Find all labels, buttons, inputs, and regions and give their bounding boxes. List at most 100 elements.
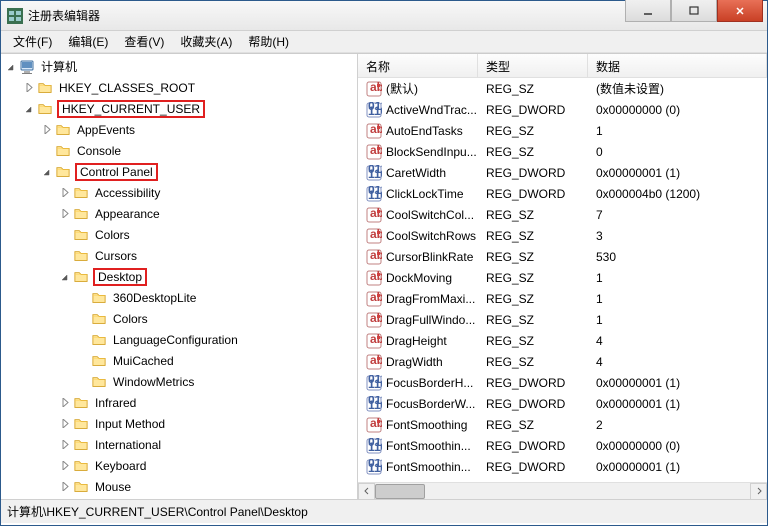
- list-row[interactable]: FocusBorderH...REG_DWORD0x00000001 (1): [358, 372, 767, 393]
- collapse-icon[interactable]: [5, 61, 17, 73]
- menu-view[interactable]: 查看(V): [118, 31, 170, 52]
- value-type: REG_SZ: [478, 355, 588, 369]
- list-row[interactable]: (默认)REG_SZ(数值未设置): [358, 78, 767, 99]
- tree-label: Control Panel: [75, 163, 158, 181]
- expand-icon[interactable]: [59, 187, 71, 199]
- tree-item-international[interactable]: International: [1, 434, 357, 455]
- tree-item-accessibility[interactable]: Accessibility: [1, 182, 357, 203]
- tree-item-langconfig[interactable]: LanguageConfiguration: [1, 329, 357, 350]
- value-type: REG_DWORD: [478, 439, 588, 453]
- expand-icon[interactable]: [59, 208, 71, 220]
- list-body[interactable]: (默认)REG_SZ(数值未设置)ActiveWndTrac...REG_DWO…: [358, 78, 767, 482]
- list-row[interactable]: AutoEndTasksREG_SZ1: [358, 120, 767, 141]
- tree-item-colors2[interactable]: Colors: [1, 308, 357, 329]
- list-row[interactable]: BlockSendInpu...REG_SZ0: [358, 141, 767, 162]
- tree-item-colors[interactable]: Colors: [1, 224, 357, 245]
- folder-icon: [73, 207, 89, 221]
- no-expand: [77, 313, 89, 325]
- menu-favorites[interactable]: 收藏夹(A): [174, 31, 238, 52]
- tree-label: Infrared: [93, 395, 138, 411]
- list-row[interactable]: FontSmoothingREG_SZ2: [358, 414, 767, 435]
- tree-pane[interactable]: 计算机HKEY_CLASSES_ROOT HKEY_CURRENT_USER App…: [1, 54, 358, 499]
- list-row[interactable]: DragHeightREG_SZ4: [358, 330, 767, 351]
- no-expand: [77, 355, 89, 367]
- no-expand: [77, 334, 89, 346]
- tree-item-keyboard[interactable]: Keyboard: [1, 455, 357, 476]
- scroll-thumb[interactable]: [375, 484, 425, 499]
- tree-item-desktoplite[interactable]: 360DesktopLite: [1, 287, 357, 308]
- list-row[interactable]: CoolSwitchRowsREG_SZ3: [358, 225, 767, 246]
- expand-icon[interactable]: [41, 124, 53, 136]
- value-data: 1: [588, 124, 767, 138]
- tree-item-appevents[interactable]: AppEvents: [1, 119, 357, 140]
- tree-item-windowmetrics[interactable]: WindowMetrics: [1, 371, 357, 392]
- list-row[interactable]: CaretWidthREG_DWORD0x00000001 (1): [358, 162, 767, 183]
- string-value-icon: [366, 333, 382, 349]
- maximize-button[interactable]: [671, 0, 717, 22]
- tree-item-hkcu[interactable]: HKEY_CURRENT_USER: [1, 98, 357, 119]
- menu-edit[interactable]: 编辑(E): [62, 31, 114, 52]
- menu-file[interactable]: 文件(F): [7, 31, 58, 52]
- tree-item-appearance[interactable]: Appearance: [1, 203, 357, 224]
- list-row[interactable]: CoolSwitchCol...REG_SZ7: [358, 204, 767, 225]
- tree-item-infrared[interactable]: Infrared: [1, 392, 357, 413]
- folder-icon: [91, 312, 107, 326]
- value-name: CaretWidth: [386, 166, 446, 180]
- value-name: FocusBorderW...: [386, 397, 475, 411]
- column-data[interactable]: 数据: [588, 54, 767, 77]
- expand-icon[interactable]: [59, 418, 71, 430]
- list-row[interactable]: FocusBorderW...REG_DWORD0x00000001 (1): [358, 393, 767, 414]
- collapse-icon[interactable]: [23, 103, 35, 115]
- collapse-icon[interactable]: [41, 166, 53, 178]
- list-row[interactable]: ClickLockTimeREG_DWORD0x000004b0 (1200): [358, 183, 767, 204]
- expand-icon[interactable]: [23, 82, 35, 94]
- column-name[interactable]: 名称: [358, 54, 478, 77]
- close-button[interactable]: [717, 0, 763, 22]
- list-row[interactable]: FontSmoothin...REG_DWORD0x00000001 (1): [358, 456, 767, 477]
- folder-icon: [73, 396, 89, 410]
- string-value-icon: [366, 270, 382, 286]
- statusbar: 计算机\HKEY_CURRENT_USER\Control Panel\Desk…: [1, 499, 767, 523]
- tree-item-cursors[interactable]: Cursors: [1, 245, 357, 266]
- tree-item-input_method[interactable]: Input Method: [1, 413, 357, 434]
- list-row[interactable]: ActiveWndTrac...REG_DWORD0x00000000 (0): [358, 99, 767, 120]
- tree-item-hkcr[interactable]: HKEY_CLASSES_ROOT: [1, 77, 357, 98]
- menu-help[interactable]: 帮助(H): [242, 31, 295, 52]
- expand-icon[interactable]: [59, 481, 71, 493]
- expand-icon[interactable]: [59, 460, 71, 472]
- value-name: DragFromMaxi...: [386, 292, 475, 306]
- tree-item-console[interactable]: Console: [1, 140, 357, 161]
- value-data: 0x00000001 (1): [588, 460, 767, 474]
- tree-item-personalization[interactable]: Personalization: [1, 497, 357, 499]
- value-type: REG_SZ: [478, 250, 588, 264]
- no-expand: [77, 292, 89, 304]
- list-row[interactable]: DragFromMaxi...REG_SZ1: [358, 288, 767, 309]
- value-type: REG_SZ: [478, 82, 588, 96]
- list-header: 名称 类型 数据: [358, 54, 767, 78]
- column-type[interactable]: 类型: [478, 54, 588, 77]
- list-row[interactable]: DragFullWindo...REG_SZ1: [358, 309, 767, 330]
- list-row[interactable]: CursorBlinkRateREG_SZ530: [358, 246, 767, 267]
- value-data: 2: [588, 418, 767, 432]
- tree-item-control_panel[interactable]: Control Panel: [1, 161, 357, 182]
- minimize-button[interactable]: [625, 0, 671, 22]
- no-expand: [77, 376, 89, 388]
- tree-item-mouse[interactable]: Mouse: [1, 476, 357, 497]
- horizontal-scrollbar[interactable]: [358, 482, 767, 499]
- list-row[interactable]: FontSmoothin...REG_DWORD0x00000000 (0): [358, 435, 767, 456]
- expand-icon[interactable]: [59, 397, 71, 409]
- collapse-icon[interactable]: [59, 271, 71, 283]
- list-row[interactable]: DragWidthREG_SZ4: [358, 351, 767, 372]
- value-name: FontSmoothin...: [386, 460, 471, 474]
- scroll-right-arrow[interactable]: [750, 483, 767, 500]
- tree-label: HKEY_CURRENT_USER: [57, 100, 205, 118]
- value-type: REG_SZ: [478, 145, 588, 159]
- expand-icon[interactable]: [59, 439, 71, 451]
- tree-item-desktop[interactable]: Desktop: [1, 266, 357, 287]
- tree-item-root[interactable]: 计算机: [1, 56, 357, 77]
- tree-label: AppEvents: [75, 122, 137, 138]
- scroll-left-arrow[interactable]: [358, 483, 375, 500]
- tree-label: Accessibility: [93, 185, 162, 201]
- list-row[interactable]: DockMovingREG_SZ1: [358, 267, 767, 288]
- tree-item-muicached[interactable]: MuiCached: [1, 350, 357, 371]
